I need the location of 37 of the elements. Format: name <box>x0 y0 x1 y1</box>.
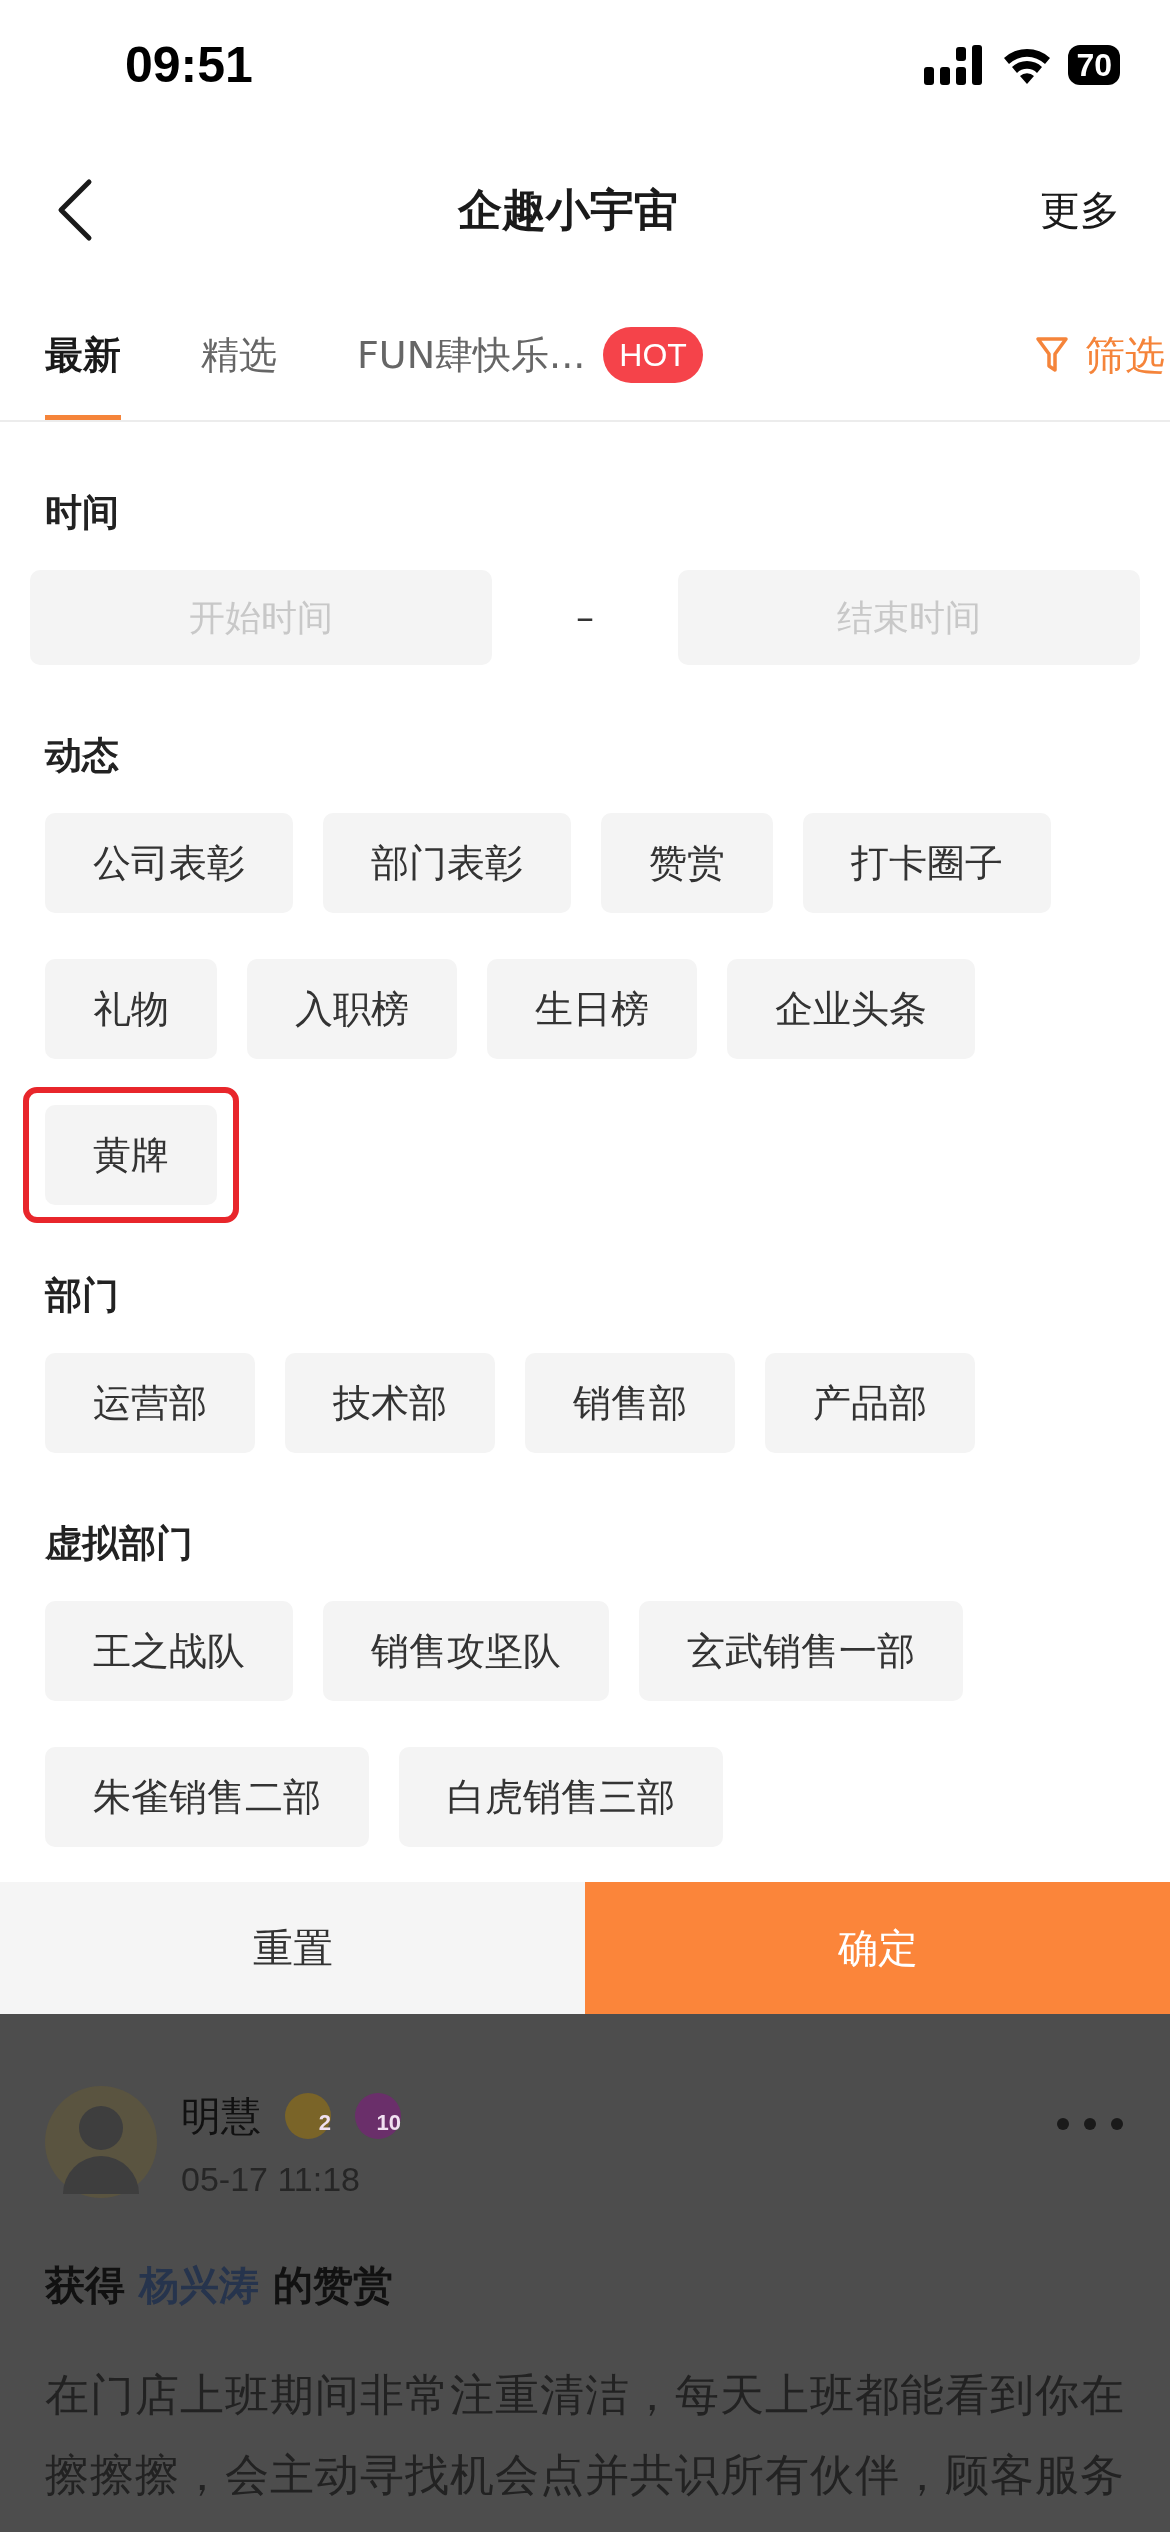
filter-chip[interactable]: 白虎销售三部 <box>399 1747 723 1847</box>
filter-chip[interactable]: 玄武销售一部 <box>639 1601 963 1701</box>
author-name: 明慧 <box>181 2092 261 2141</box>
range-separator: – <box>576 595 594 640</box>
filter-chip[interactable]: 黄牌 <box>45 1105 217 1205</box>
filter-chip[interactable]: 礼物 <box>45 959 217 1059</box>
filter-chip[interactable]: 赞赏 <box>601 813 773 913</box>
filter-chip[interactable]: 生日榜 <box>487 959 697 1059</box>
filter-chip[interactable]: 运营部 <box>45 1353 255 1453</box>
filter-chip[interactable]: 公司表彰 <box>45 813 293 913</box>
reset-button[interactable]: 重置 <box>0 1882 585 2014</box>
hot-badge: HOT <box>603 327 703 383</box>
section-label: 虚拟部门 <box>44 1521 194 1567</box>
status-time: 09:51 <box>125 35 253 95</box>
battery-indicator: 70 <box>1068 45 1120 85</box>
feed-tab[interactable]: 精选 <box>201 290 277 420</box>
filter-chip[interactable]: 入职榜 <box>247 959 457 1059</box>
filter-chip[interactable]: 企业头条 <box>727 959 975 1059</box>
filter-chip[interactable]: 王之战队 <box>45 1601 293 1701</box>
page-title: 企趣小宇宙 <box>457 183 678 237</box>
filter-chip[interactable]: 朱雀销售二部 <box>45 1747 369 1847</box>
filter-chip[interactable]: 产品部 <box>765 1353 975 1453</box>
level-badge: 2 <box>285 2093 331 2139</box>
filter-chip[interactable]: 销售部 <box>525 1353 735 1453</box>
filter-chip[interactable]: 打卡圈子 <box>803 813 1051 913</box>
more-button[interactable]: 更多 <box>1040 180 1120 240</box>
section-label: 动态 <box>43 733 120 779</box>
section-label: 时间 <box>44 490 120 536</box>
wifi-icon <box>1002 46 1053 84</box>
feed-tab[interactable]: 最新 <box>45 290 121 420</box>
filter-chip[interactable]: 销售攻坚队 <box>323 1601 609 1701</box>
section-label: 部门 <box>43 1273 120 1319</box>
feed-tab[interactable]: FUN肆快乐... HOT <box>357 290 703 420</box>
level-badge: 10 <box>355 2093 401 2139</box>
filter-chip[interactable]: 技术部 <box>285 1353 495 1453</box>
filter-chip[interactable]: 部门表彰 <box>323 813 571 913</box>
filter-icon <box>1035 336 1069 374</box>
